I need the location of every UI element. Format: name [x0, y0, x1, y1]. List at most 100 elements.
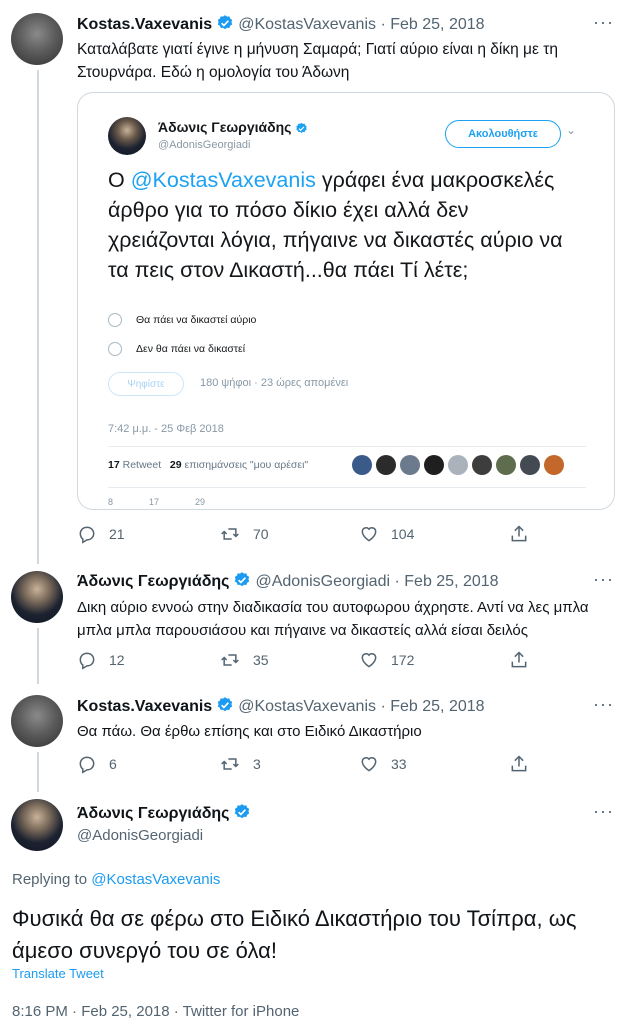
share-button[interactable] — [509, 754, 529, 774]
like-button[interactable]: 104 — [359, 524, 414, 544]
tweet-text: Δικη αύριο εννοώ στην διαδικασία του αυτ… — [77, 599, 589, 639]
share-button[interactable] — [509, 650, 529, 670]
embed-like-count: 29 — [195, 497, 206, 507]
like-button[interactable]: 33 — [359, 754, 407, 774]
share-button[interactable] — [509, 524, 529, 544]
reply-icon — [79, 652, 95, 670]
embed-retweet-count: 17 — [149, 497, 160, 507]
avatar[interactable] — [11, 13, 63, 65]
separator: · — [380, 698, 386, 715]
embed-vote-button: Ψηφίστε — [108, 372, 184, 396]
like-button[interactable]: 172 — [359, 650, 414, 670]
reply-button[interactable]: 6 — [77, 754, 117, 774]
verified-icon — [233, 571, 251, 594]
divider — [108, 446, 586, 447]
embed-likes-label: επισημάνσεις "μου αρέσει" — [184, 459, 309, 471]
embed-body: Ο @KostasVaxevanis γράφει ένα μακροσκελέ… — [108, 165, 578, 285]
thread-line — [37, 752, 39, 792]
reply-icon — [79, 756, 95, 774]
reply-icon — [79, 526, 95, 544]
retweet-count: 70 — [253, 526, 269, 542]
like-count: 172 — [391, 652, 415, 668]
retweet-icon — [221, 758, 239, 770]
reply-button[interactable]: 21 — [77, 524, 125, 544]
embed-retweets-label: Retweet — [122, 459, 162, 471]
heart-icon — [361, 653, 377, 668]
retweet-icon — [221, 528, 239, 540]
embed-body-prefix: Ο — [108, 168, 131, 192]
heart-icon — [361, 757, 377, 772]
tweet-text: Καταλάβατε γιατί έγινε η μήνυση Σαμαρά; … — [77, 41, 558, 81]
embed-verified-icon — [295, 122, 308, 138]
replying-to-label: Replying to — [12, 871, 88, 888]
embed-name-text: Άδωνις Γεωργιάδης — [158, 119, 292, 135]
poll-option: Θα πάει να δικαστεί αύριο — [108, 313, 256, 327]
retweet-icon — [221, 654, 239, 666]
more-icon[interactable]: ··· — [593, 801, 614, 822]
embed-votes-info: 180 ψήφοι · 23 ώρες απομένει — [200, 377, 349, 389]
author-handle[interactable]: @AdonisGeorgiadi — [255, 573, 390, 590]
more-icon[interactable]: ··· — [593, 694, 614, 715]
author-name[interactable]: Άδωνις Γεωργιάδης — [77, 803, 255, 826]
reply-count: 21 — [109, 526, 125, 542]
avatar[interactable] — [11, 571, 63, 623]
embed-likers — [352, 455, 564, 475]
author-name[interactable]: Kostas.Vaxevanis — [77, 16, 212, 33]
retweet-count: 35 — [253, 652, 269, 668]
embedded-tweet-screenshot: Άδωνις Γεωργιάδης @AdonisGeorgiadi Ακολο… — [77, 92, 615, 510]
liker-avatar — [472, 455, 492, 475]
liker-avatar — [376, 455, 396, 475]
embed-author-handle: @AdonisGeorgiadi — [158, 139, 251, 151]
replying-to-link[interactable]: @KostasVaxevanis — [91, 871, 220, 888]
embed-author-name: Άδωνις Γεωργιάδης — [158, 119, 312, 138]
author-name-text[interactable]: Άδωνις Γεωργιάδης — [77, 805, 229, 822]
tweet-date[interactable]: Feb 25, 2018 — [390, 16, 484, 33]
embed-bottom-counts: 8 17 29 — [108, 497, 205, 507]
author-handle[interactable]: @KostasVaxevanis — [238, 698, 376, 715]
author-handle[interactable]: @AdonisGeorgiadi — [77, 827, 203, 844]
embed-retweets-count: 17 — [108, 459, 120, 471]
retweet-button[interactable]: 70 — [219, 524, 269, 544]
share-icon — [511, 651, 527, 668]
embed-avatar — [108, 117, 146, 155]
liker-avatar — [496, 455, 516, 475]
share-icon — [511, 525, 527, 542]
thread-line — [37, 70, 39, 564]
liker-avatar — [400, 455, 420, 475]
tweet-text: Φυσικά θα σε φέρω στο Ειδικό Δικαστήριο … — [12, 906, 577, 963]
retweet-button[interactable]: 35 — [219, 650, 269, 670]
tweet-actions: 21 70 104 — [77, 524, 537, 548]
reply-count: 12 — [109, 652, 125, 668]
tweet-date[interactable]: Feb 25, 2018 — [404, 573, 498, 590]
embed-follow-button: Ακολουθήστε — [445, 120, 561, 148]
more-icon[interactable]: ··· — [593, 12, 614, 33]
heart-icon — [361, 527, 377, 542]
radio-icon — [108, 342, 122, 356]
author-name[interactable]: Kostas.Vaxevanis — [77, 698, 212, 715]
separator: · — [380, 16, 386, 33]
translate-tweet-link[interactable]: Translate Tweet — [12, 966, 104, 981]
avatar[interactable] — [11, 799, 63, 851]
verified-icon — [233, 803, 251, 826]
like-count: 33 — [391, 756, 407, 772]
reply-count: 6 — [109, 756, 117, 772]
verified-icon — [216, 14, 234, 37]
verified-icon — [216, 696, 234, 719]
radio-icon — [108, 313, 122, 327]
reply-button[interactable]: 12 — [77, 650, 125, 670]
avatar[interactable] — [11, 695, 63, 747]
share-icon — [511, 755, 527, 772]
tweet-actions: 6 3 33 — [77, 754, 537, 778]
more-icon[interactable]: ··· — [593, 569, 614, 590]
retweet-button[interactable]: 3 — [219, 754, 261, 774]
tweet-meta[interactable]: 8:16 PM · Feb 25, 2018 · Twitter for iPh… — [12, 1003, 299, 1020]
chevron-down-icon: ⌄ — [566, 123, 577, 137]
embed-likes-count: 29 — [169, 459, 182, 471]
tweet-actions: 12 35 172 — [77, 650, 537, 674]
author-handle[interactable]: @KostasVaxevanis — [238, 16, 376, 33]
tweet-date[interactable]: Feb 25, 2018 — [390, 698, 484, 715]
author-name[interactable]: Άδωνις Γεωργιάδης — [77, 573, 229, 590]
liker-avatar — [520, 455, 540, 475]
liker-avatar — [352, 455, 372, 475]
thread-line — [37, 628, 39, 684]
